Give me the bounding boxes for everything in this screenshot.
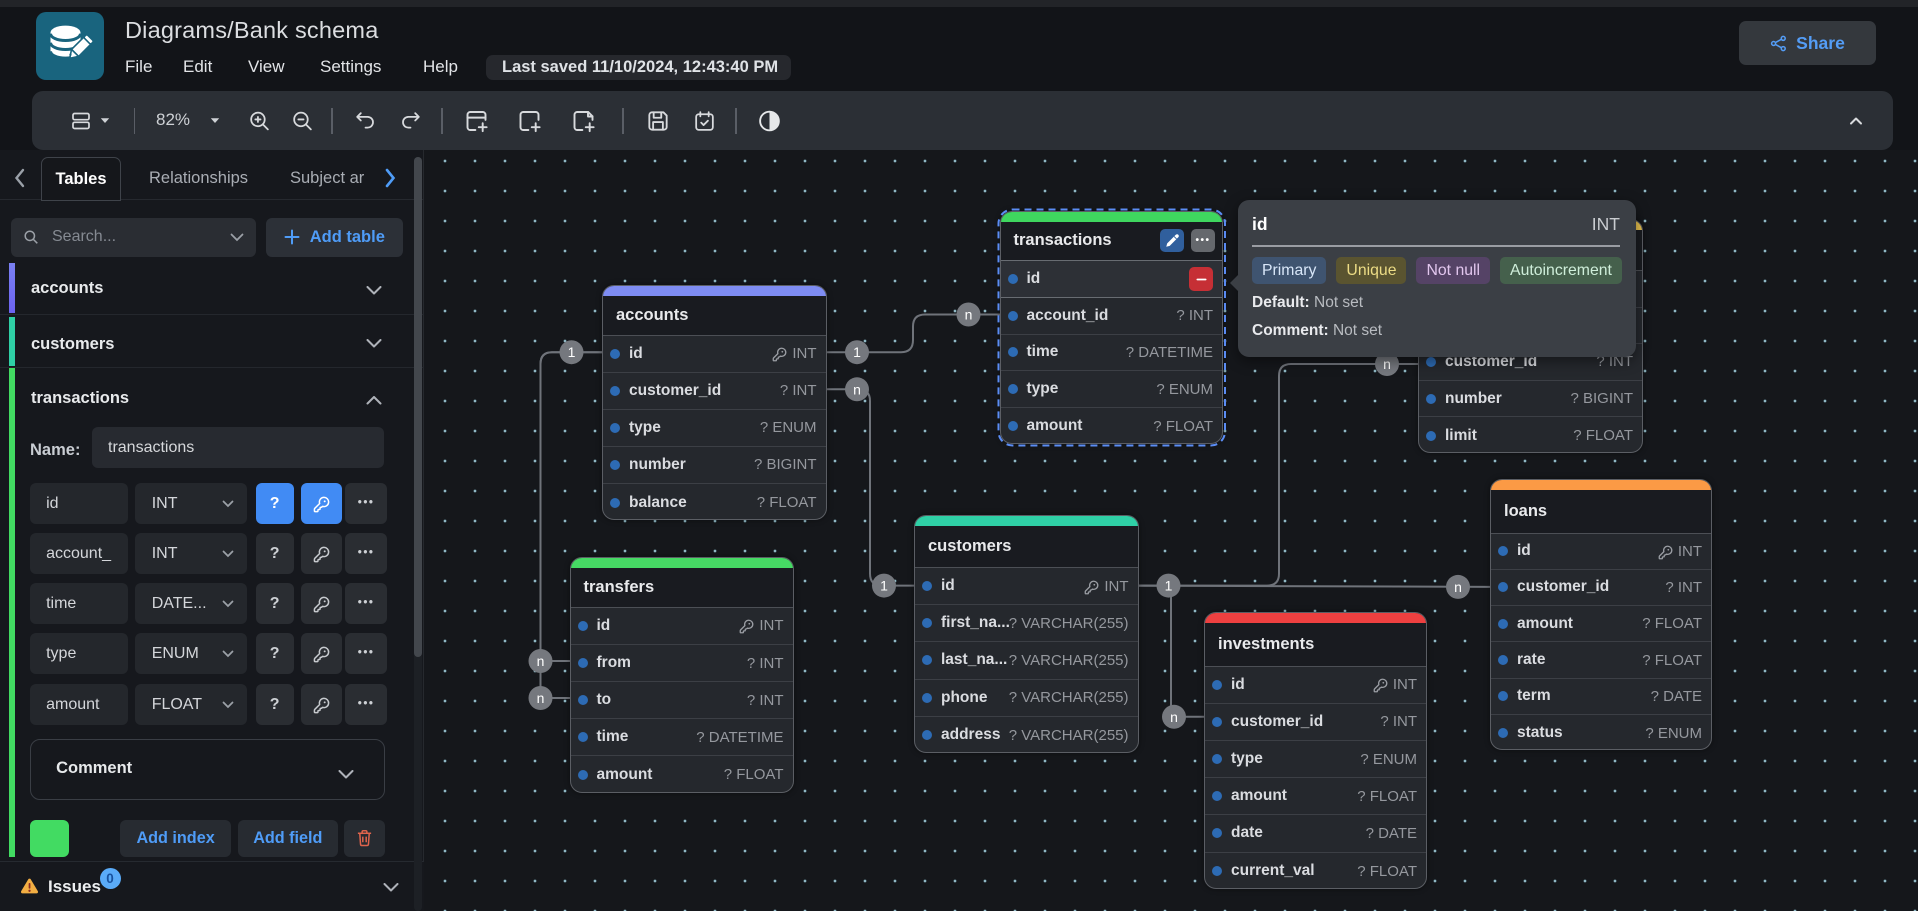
svg-text:n: n	[1383, 356, 1391, 372]
svg-text:n: n	[537, 653, 545, 669]
svg-text:n: n	[853, 381, 861, 397]
svg-text:1: 1	[880, 578, 888, 594]
svg-text:n: n	[1170, 709, 1178, 725]
svg-text:1: 1	[853, 344, 861, 360]
svg-text:n: n	[537, 690, 545, 706]
svg-text:1: 1	[1165, 578, 1173, 594]
svg-text:n: n	[965, 307, 973, 323]
svg-text:n: n	[1454, 579, 1462, 595]
svg-text:1: 1	[568, 344, 576, 360]
